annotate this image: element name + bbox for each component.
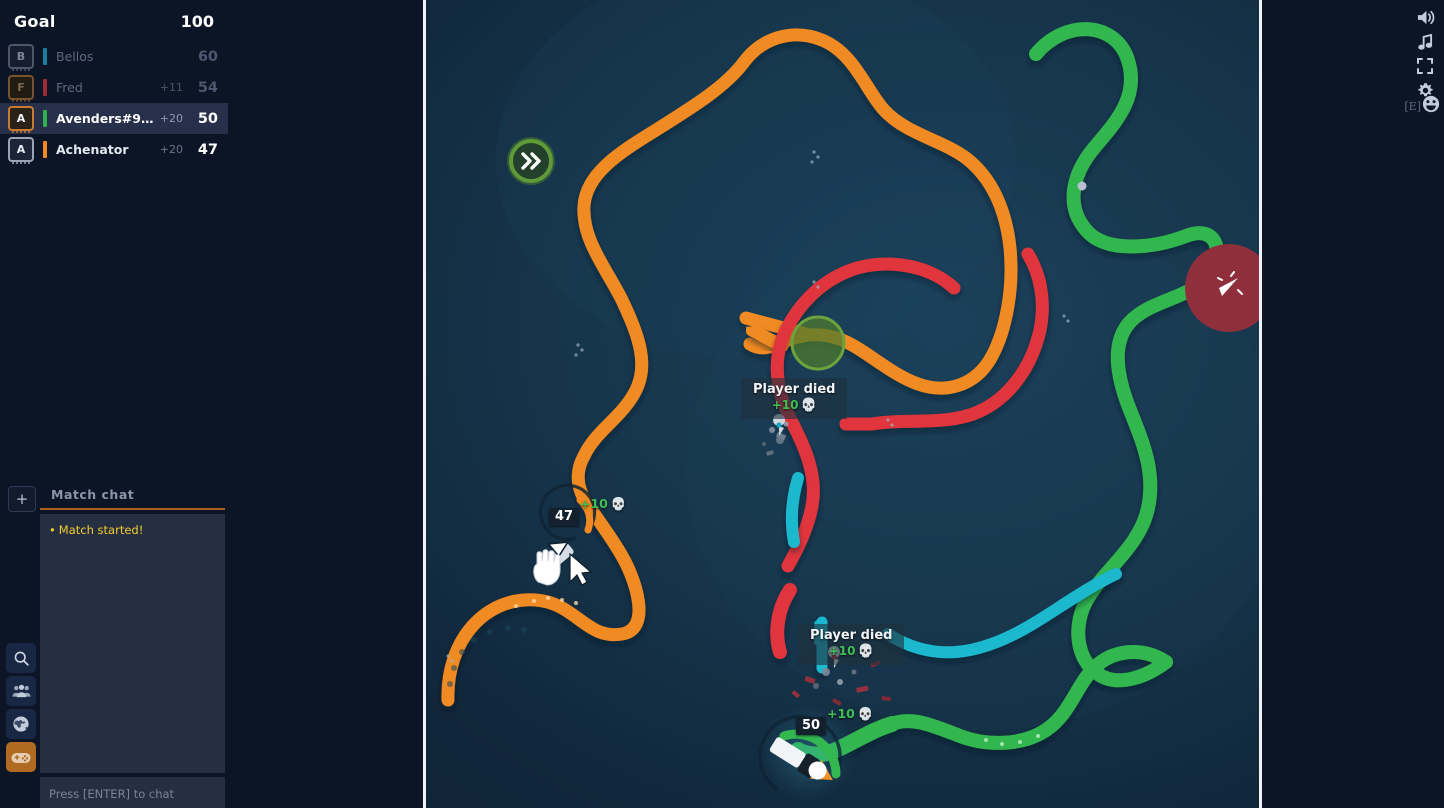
death-title: Player died xyxy=(753,382,836,397)
game-board[interactable]: Player died +10 💀 Player died +10 💀 +10 💀 +… xyxy=(423,0,1262,808)
player-color-bar xyxy=(43,110,47,127)
goal-label: Goal xyxy=(14,12,56,31)
music-toggle-button[interactable] xyxy=(1412,29,1438,55)
globe-icon xyxy=(12,715,30,733)
kill-reward-float: +10 💀 xyxy=(827,706,873,722)
player-name: Avenders#93515 xyxy=(56,111,160,126)
death-reward: +10 💀 xyxy=(753,398,835,415)
player-color-bar xyxy=(43,48,47,65)
player-name: Achenator xyxy=(56,142,129,157)
green-ring-pickup[interactable] xyxy=(790,315,846,371)
search-icon xyxy=(13,650,30,667)
plus-icon: + xyxy=(15,489,29,508)
speed-boost-pickup[interactable] xyxy=(507,137,555,185)
player-delta: +20 xyxy=(159,112,183,125)
goal-row: Goal 100 xyxy=(0,0,228,41)
player-score: 54 xyxy=(197,79,218,96)
leaderboard-row-self[interactable]: A Avenders#93515 +20 50 xyxy=(0,103,228,134)
leaderboard: Goal 100 B Bellos 60 F Fred +11 54 A Ave… xyxy=(0,0,228,165)
left-icon-rail xyxy=(6,643,36,775)
avatar: B xyxy=(8,44,34,71)
player-name: Bellos xyxy=(56,49,94,64)
search-button[interactable] xyxy=(6,643,36,673)
avatar-letter: A xyxy=(16,143,26,156)
browse-button[interactable] xyxy=(6,709,36,739)
player-color-bar xyxy=(43,79,47,96)
emote-key-hint: [E] xyxy=(1404,99,1421,113)
chat-title: Match chat xyxy=(51,487,135,502)
left-panel: Goal 100 B Bellos 60 F Fred +11 54 A Ave… xyxy=(0,0,423,808)
friends-button[interactable] xyxy=(6,676,36,706)
death-notification: Player died +10 💀 xyxy=(798,624,905,666)
leaderboard-row[interactable]: F Fred +11 54 xyxy=(0,72,228,103)
right-icon-rail: [E] xyxy=(1262,0,1444,808)
emote-button[interactable]: [E] xyxy=(1404,95,1440,117)
death-notification: Player died +10 💀 xyxy=(741,378,848,420)
goal-value: 100 xyxy=(180,12,214,31)
mouse-pointer xyxy=(569,552,593,586)
chat-input[interactable]: Press [ENTER] to chat xyxy=(40,777,225,808)
play-button[interactable] xyxy=(6,742,36,772)
chat-bullet-icon: • xyxy=(49,523,56,537)
leaderboard-row[interactable]: B Bellos 60 xyxy=(0,41,228,72)
sound-toggle-button[interactable] xyxy=(1412,4,1438,30)
game-screen: Goal 100 B Bellos 60 F Fred +11 54 A Ave… xyxy=(0,0,1444,808)
chat-active-tab-underline xyxy=(40,508,225,510)
gamepad-icon xyxy=(11,750,31,765)
kill-reward-value: +10 xyxy=(827,706,855,721)
chat-message: • Match started! xyxy=(49,522,216,538)
fullscreen-button[interactable] xyxy=(1412,53,1438,79)
avatar: F xyxy=(8,75,34,102)
emoji-icon xyxy=(1422,95,1440,117)
sound-icon xyxy=(1416,9,1435,26)
player-delta: +11 xyxy=(159,81,183,94)
avatar: A xyxy=(8,106,34,133)
skull-icon: 💀 xyxy=(857,643,874,659)
death-reward-value: +10 xyxy=(771,397,799,412)
kill-reward-value: +10 xyxy=(580,496,608,511)
player-score-tag: 47 xyxy=(549,508,580,526)
avatar-letter: F xyxy=(17,81,25,94)
kill-reward-float: +10 💀 xyxy=(580,496,626,512)
chat-input-placeholder: Press [ENTER] to chat xyxy=(49,787,175,801)
music-icon xyxy=(1417,33,1433,51)
skull-icon: 💀 xyxy=(610,496,627,511)
player-name: Fred xyxy=(56,80,83,95)
skull-icon: 💀 xyxy=(800,397,817,413)
player-score: 50 xyxy=(197,110,218,127)
skull-icon: 💀 xyxy=(857,706,874,721)
avatar-letter: B xyxy=(16,50,26,63)
player-score: 60 xyxy=(197,48,218,65)
chat-message-text: Match started! xyxy=(58,523,144,537)
death-reward: +10 💀 xyxy=(810,644,892,661)
fullscreen-icon xyxy=(1417,58,1433,74)
hand-cursor xyxy=(533,549,561,586)
death-title: Player died xyxy=(810,628,893,643)
add-chat-button[interactable]: + xyxy=(8,486,36,512)
player-delta: +20 xyxy=(159,143,183,156)
avatar-letter: A xyxy=(16,112,26,125)
leaderboard-row[interactable]: A Achenator +20 47 xyxy=(0,134,228,165)
player-score: 47 xyxy=(197,141,218,158)
player-color-bar xyxy=(43,141,47,158)
chat-panel: Match chat • Match started! Press [ENTER]… xyxy=(40,487,225,808)
player-score-tag: 50 xyxy=(796,717,827,735)
food-pellet xyxy=(1077,181,1087,191)
chat-message-list[interactable]: • Match started! xyxy=(40,514,225,773)
friends-icon xyxy=(11,684,31,699)
avatar: A xyxy=(8,137,34,164)
death-reward-value: +10 xyxy=(828,643,856,658)
